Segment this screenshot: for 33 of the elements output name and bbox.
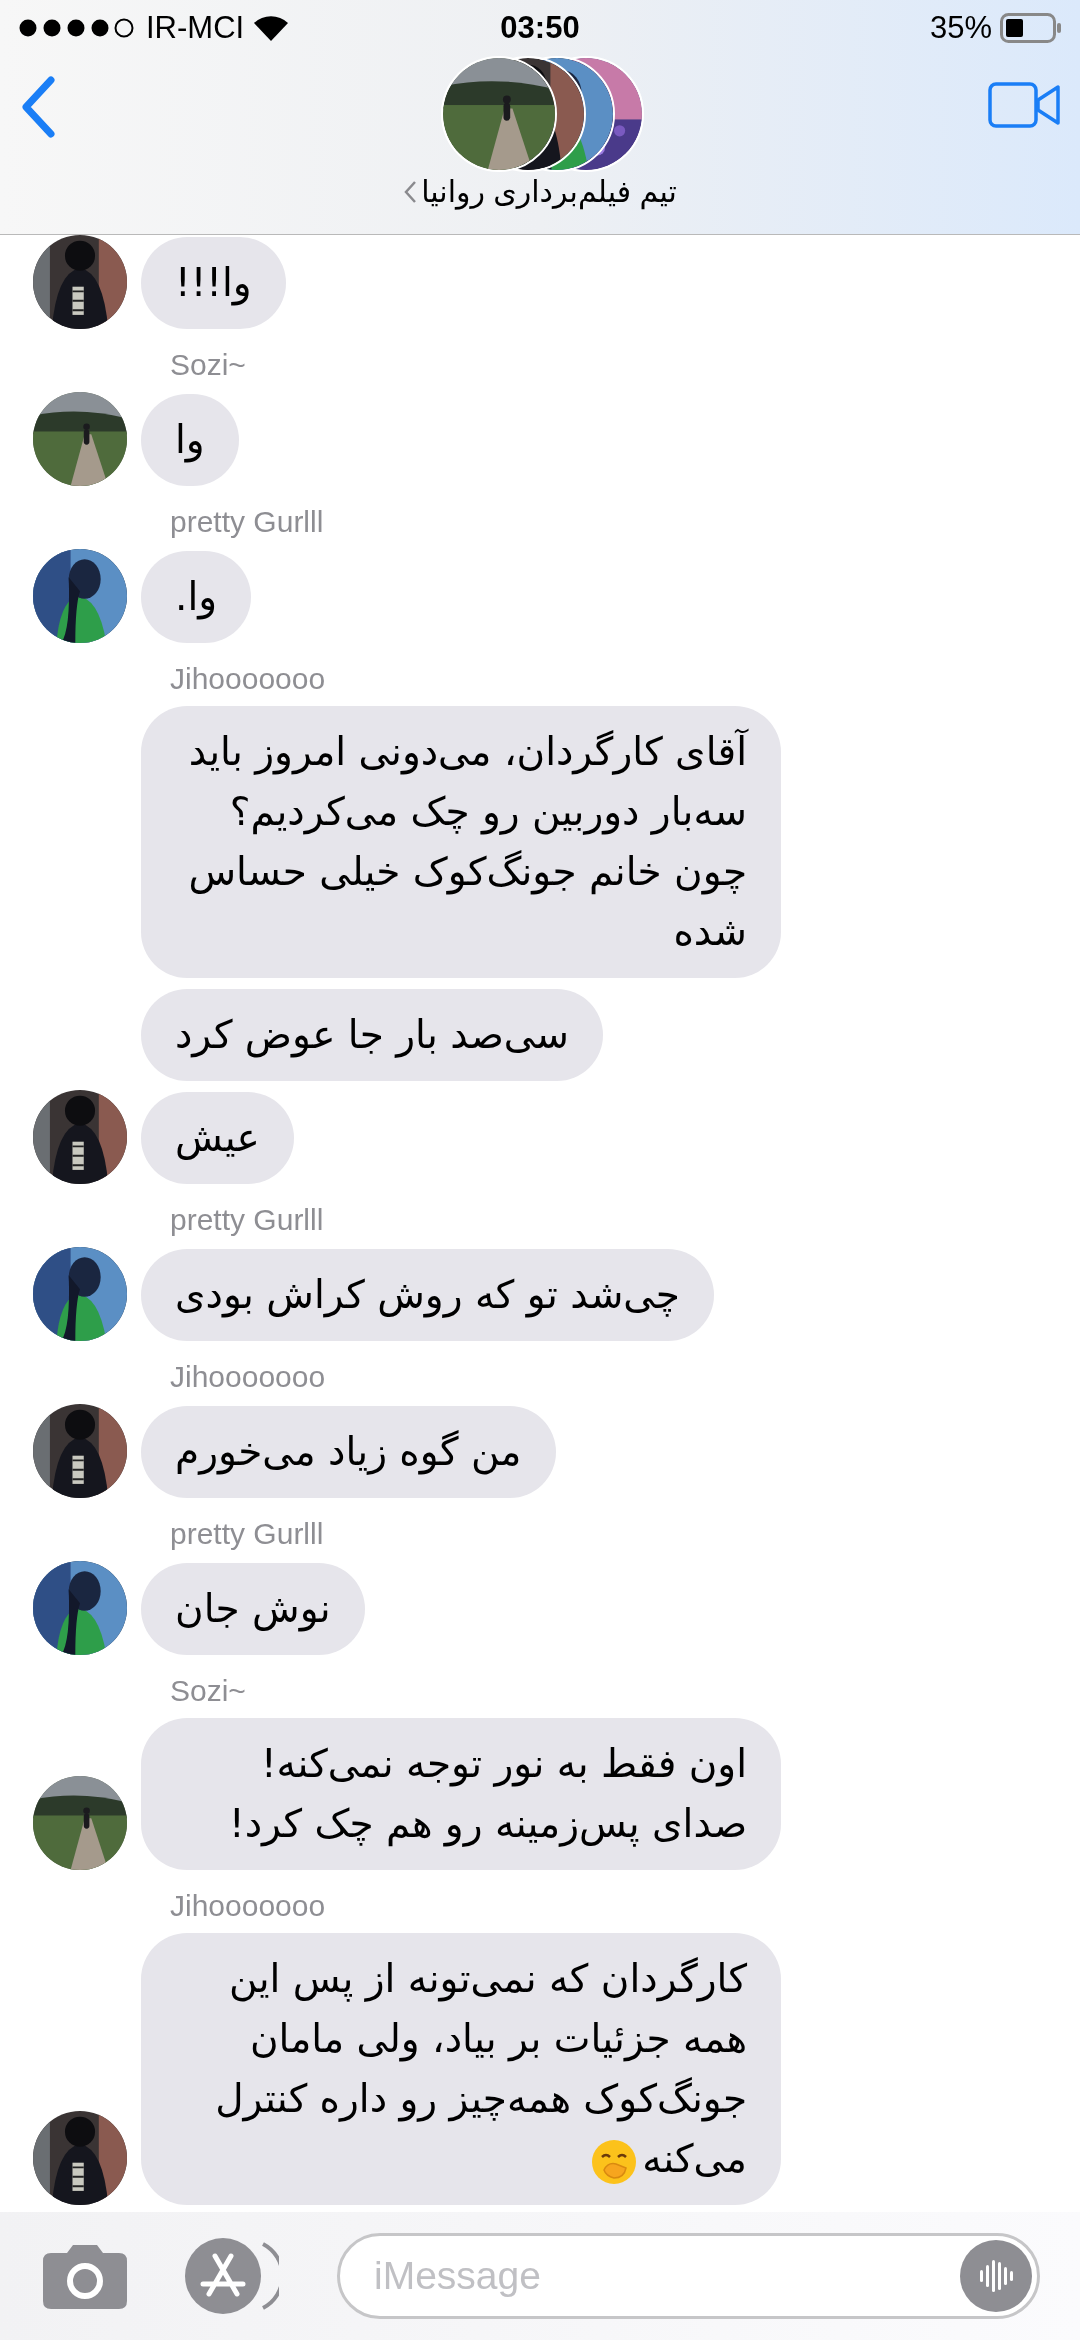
carrier-name: IR-MCI (146, 10, 245, 46)
video-call-icon[interactable] (988, 82, 1060, 128)
chevron-icon (403, 179, 418, 204)
message-field[interactable]: iMessage (337, 2233, 1040, 2319)
sender-name: Jihooooooo (170, 1888, 326, 1924)
clock-time: 03:50 (500, 10, 580, 46)
message-bubble: اون فقط به نور توجه نمی‌کنه! صدای پس‌زمینه رو هم چک کرد! (141, 1718, 781, 1870)
sender-name: pretty Gurlll (170, 1202, 324, 1238)
message-bubble: وا (141, 394, 239, 486)
wifi-icon (254, 15, 289, 41)
battery-icon (1000, 13, 1062, 43)
message-bubble: عیش (141, 1092, 294, 1184)
message-bubble: کارگردان که نمی‌تونه از پس این همه جزئیات بر بیاد، ولی مامان جونگ‌کوک همه‌چیز رو داره کنترل می‌کنه (141, 1933, 781, 2205)
sender-name: pretty Gurlll (170, 1516, 324, 1552)
sender-name: Sozi~ (170, 1673, 246, 1709)
message-bubble: نوش جان (141, 1563, 365, 1655)
message-bubble: چی‌شد تو که روش کراش بودی (141, 1249, 714, 1341)
sender-name: Jihooooooo (170, 661, 326, 697)
message-bubble: آقای کارگردان، می‌دونی امروز باید سه‌بار دوربین رو چک می‌کردیم؟ چون خانم جونگ‌کوک خیلی حساس شده (141, 706, 781, 978)
message-bubble: سی‌صد بار جا عوض کرد (141, 989, 603, 1081)
back-icon[interactable] (20, 76, 56, 138)
message-bubble: وا. (141, 551, 252, 643)
message-bubble: وا!!! (141, 237, 286, 329)
group-title[interactable]: تیم فیلم‌برداری روانیا (421, 174, 677, 209)
audio-icon[interactable] (960, 2240, 1032, 2312)
sender-name: Jihooooooo (170, 1359, 326, 1395)
signal-icon (18, 18, 136, 38)
camera-icon[interactable] (43, 2243, 127, 2309)
app-store-icon[interactable] (185, 2238, 279, 2314)
sender-name: Sozi~ (170, 347, 246, 383)
message-bubble: من گوه زیاد می‌خورم (141, 1406, 556, 1498)
battery-percent: 35% (929, 10, 992, 46)
sender-name: pretty Gurlll (170, 504, 324, 540)
